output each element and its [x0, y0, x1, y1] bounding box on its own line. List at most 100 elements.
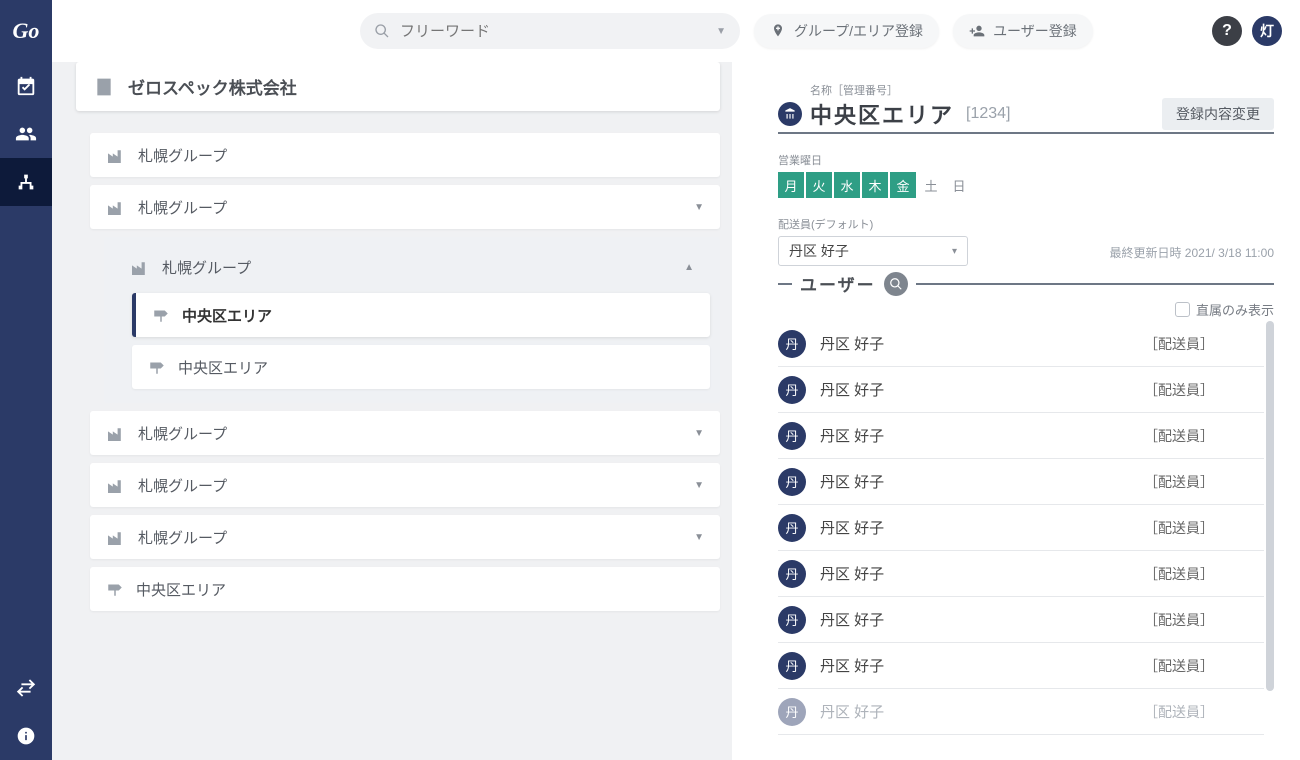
- detail-caption: 名称［管理番号］: [810, 82, 898, 98]
- user-row[interactable]: 丹丹区 好子 ［配送員］: [778, 551, 1264, 597]
- chevron-down-icon: ▼: [716, 26, 726, 37]
- user-row[interactable]: 丹丹区 好子［配送員］: [778, 367, 1264, 413]
- user-plus-icon: [969, 23, 985, 39]
- default-deliverer-value: 丹区 好子: [789, 241, 849, 261]
- rail-item-info[interactable]: [0, 712, 52, 760]
- user-avatar: 丹: [778, 422, 806, 450]
- group-row[interactable]: 札幌グループ▼: [90, 411, 720, 455]
- detail-panel: 名称［管理番号］ 中央区エリア [1234] 登録内容変更 営業曜日 月火水木金…: [732, 62, 1300, 760]
- user-name: 丹区 好子: [820, 517, 884, 538]
- factory-icon: [106, 425, 126, 441]
- area-label: 中央区エリア: [178, 357, 268, 378]
- nav-rail: Go: [0, 0, 52, 760]
- detail-title: 中央区エリア: [810, 98, 954, 130]
- user-row[interactable]: 丹丹区 好子［配送員］: [778, 413, 1264, 459]
- detail-code: [1234]: [966, 105, 1010, 123]
- register-group-area-button[interactable]: グループ/エリア登録: [754, 14, 939, 48]
- edit-button[interactable]: 登録内容変更: [1162, 98, 1274, 130]
- user-avatar: 丹: [778, 468, 806, 496]
- group-row[interactable]: 札幌グループ: [90, 133, 720, 177]
- user-avatar: 丹: [778, 514, 806, 542]
- default-deliverer-label: 配送員(デフォルト): [778, 216, 1274, 232]
- register-group-area-label: グループ/エリア登録: [794, 21, 923, 41]
- day-cell: 木: [862, 172, 888, 198]
- group-row[interactable]: 札幌グループ▲: [114, 247, 710, 287]
- swap-icon: [15, 677, 37, 699]
- user-name: 丹区 好子: [820, 701, 884, 722]
- area-row[interactable]: 中央区エリア: [132, 345, 710, 389]
- users-section-header: ユーザー: [778, 271, 1274, 296]
- user-row[interactable]: 丹丹区 好子［配送員］: [778, 597, 1264, 643]
- group-label: 札幌グループ: [138, 145, 227, 166]
- calendar-check-icon: [15, 75, 37, 97]
- register-user-button[interactable]: ユーザー登録: [953, 14, 1093, 48]
- user-name: 丹区 好子: [820, 563, 884, 584]
- user-name: 丹区 好子: [820, 379, 884, 400]
- company-name: ゼロスペック株式会社: [128, 74, 297, 99]
- user-avatar: 丹: [778, 560, 806, 588]
- user-role: ［配送員］: [1144, 656, 1214, 676]
- user-role: ［配送員］: [1144, 702, 1214, 722]
- area-row[interactable]: 中央区エリア: [90, 567, 720, 611]
- user-role: ［配送員］: [1144, 564, 1214, 584]
- info-icon: [16, 726, 36, 746]
- user-row[interactable]: 丹丹区 好子［配送員］: [778, 459, 1264, 505]
- group-row[interactable]: 札幌グループ ▼: [90, 515, 720, 559]
- user-row[interactable]: 丹丹区 好子［配送員］: [778, 321, 1264, 367]
- group-label: 札幌グループ: [138, 527, 227, 548]
- group-label: 札幌グループ: [138, 475, 227, 496]
- day-cell: 火: [806, 172, 832, 198]
- register-user-label: ユーザー登録: [993, 21, 1077, 41]
- area-pin-icon: [778, 102, 802, 126]
- user-avatar: 丹: [778, 606, 806, 634]
- group-label: 札幌グループ: [138, 423, 227, 444]
- day-cell: 土: [918, 172, 944, 198]
- area-label: 中央区エリア: [136, 579, 226, 600]
- org-tree-panel: ゼロスペック株式会社 札幌グループ札幌グループ▼札幌グループ▲中央区エリア中央区…: [52, 62, 732, 760]
- users-section-title: ユーザー: [800, 271, 876, 296]
- signpost-icon: [106, 582, 124, 596]
- users-filter-row: 直属のみ表示: [778, 300, 1274, 319]
- signpost-icon: [152, 308, 170, 322]
- brand-logo: Go: [13, 18, 40, 44]
- group-expanded: 札幌グループ▲中央区エリア中央区エリア: [104, 237, 720, 403]
- detail-header: 名称［管理番号］ 中央区エリア [1234] 登録内容変更: [778, 84, 1274, 134]
- chevron-icon: ▼: [694, 480, 704, 491]
- user-avatar: 丹: [778, 698, 806, 726]
- day-cell: 水: [834, 172, 860, 198]
- area-row[interactable]: 中央区エリア: [132, 293, 710, 337]
- user-row[interactable]: 丹丹区 好子［配送員］: [778, 505, 1264, 551]
- users-search-button[interactable]: [884, 272, 908, 296]
- day-cell: 日: [946, 172, 972, 198]
- factory-icon: [106, 199, 126, 215]
- rail-item-calendar[interactable]: [0, 62, 52, 110]
- help-button[interactable]: ?: [1212, 16, 1242, 46]
- user-role: ［配送員］: [1144, 426, 1214, 446]
- building-icon: [94, 77, 114, 97]
- company-card[interactable]: ゼロスペック株式会社: [76, 62, 720, 111]
- business-days-block: 営業曜日 月火水木金土日: [778, 152, 1274, 198]
- user-row[interactable]: 丹丹区 好子 ［配送員］: [778, 689, 1264, 735]
- user-avatar: 丹: [778, 652, 806, 680]
- direct-only-checkbox[interactable]: [1175, 302, 1190, 317]
- chevron-icon: ▲: [684, 262, 694, 273]
- user-name: 丹区 好子: [820, 333, 884, 354]
- search-input[interactable]: [398, 22, 708, 41]
- group-row[interactable]: 札幌グループ ▼: [90, 463, 720, 507]
- org-chart-icon: [15, 171, 37, 193]
- search-box[interactable]: ▼: [360, 13, 740, 49]
- rail-item-transfer[interactable]: [0, 664, 52, 712]
- direct-only-label: 直属のみ表示: [1196, 300, 1274, 319]
- scrollbar[interactable]: [1266, 321, 1274, 691]
- group-row[interactable]: 札幌グループ▼: [90, 185, 720, 229]
- current-user-avatar[interactable]: 灯: [1252, 16, 1282, 46]
- search-icon: [374, 23, 390, 39]
- rail-item-org[interactable]: [0, 158, 52, 206]
- chevron-icon: ▼: [694, 532, 704, 543]
- default-deliverer-select[interactable]: 丹区 好子: [778, 236, 968, 266]
- users-list: 丹丹区 好子［配送員］丹丹区 好子［配送員］丹丹区 好子［配送員］丹丹区 好子［…: [778, 321, 1274, 752]
- user-role: ［配送員］: [1144, 610, 1214, 630]
- rail-item-users[interactable]: [0, 110, 52, 158]
- user-row[interactable]: 丹丹区 好子［配送員］: [778, 643, 1264, 689]
- factory-icon: [106, 477, 126, 493]
